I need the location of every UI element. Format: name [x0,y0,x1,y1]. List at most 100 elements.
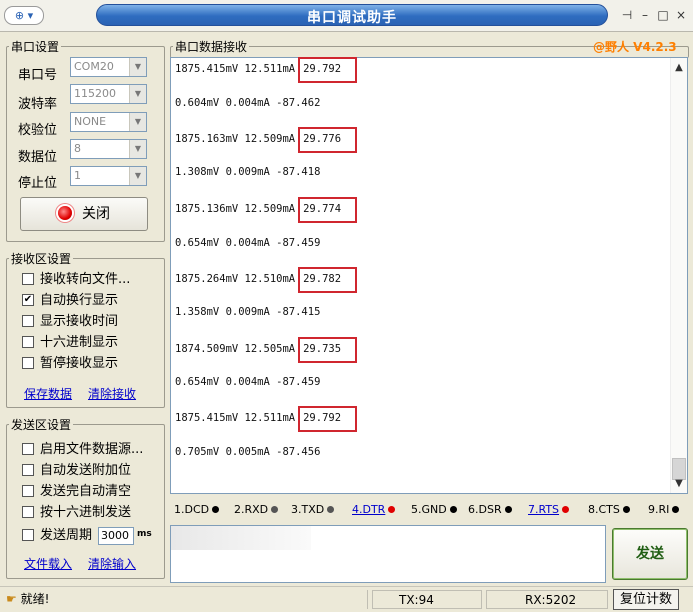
receive-line: 1.358mV 0.009mA -87.415 [175,306,320,318]
status-bar: ☛ 就绪! TX:94 RX:5202 复位计数 [0,586,693,612]
checkbox-box[interactable] [22,335,34,348]
line-prefix: 0.604mV 0.004mA -87.462 [175,97,321,109]
signal-indicator[interactable]: 4.DTR [352,499,396,521]
signal-label: 3.TXD [291,503,325,516]
rx-count: RX:5202 [486,590,608,609]
option-label: 显示接收时间 [40,314,119,329]
close-icon[interactable]: × [672,5,690,25]
highlight-box [298,127,357,153]
parity-label: 校验位 [18,123,58,138]
option-checkbox[interactable]: 自动发送附加位 [22,462,131,480]
checkbox-box[interactable] [22,272,34,285]
status-empty-cell [168,590,368,609]
line-prefix: 1.358mV 0.009mA -87.415 [175,306,321,318]
option-checkbox[interactable]: 显示接收时间 [22,313,118,331]
receive-line: 0.705mV 0.005mA -87.456 [175,446,320,458]
signal-label[interactable]: 7.RTS [528,503,559,516]
parity-select[interactable]: NONE ▼ [70,112,147,132]
option-checkbox[interactable]: 发送完自动清空 [22,483,131,501]
line-prefix: 1875.415mV 12.511mA [175,412,296,424]
line-prefix: 1875.136mV 12.509mA [175,203,296,215]
reset-count-button[interactable]: 复位计数 [613,589,679,610]
send-period-checkbox[interactable]: 发送周期 [22,527,92,545]
line-prefix: 0.654mV 0.004mA -87.459 [175,376,321,388]
chevron-down-icon[interactable]: ▼ [129,167,146,185]
signal-led-icon [271,505,279,513]
title-pill: 串口调试助手 [96,4,608,26]
minimize-icon[interactable]: – [636,5,654,25]
close-port-button[interactable]: 关闭 [20,197,148,231]
window-title: 串口调试助手 [307,10,397,26]
checkbox-box[interactable] [22,528,34,541]
option-checkbox[interactable]: 启用文件数据源... [22,441,143,459]
clear-input-link[interactable]: 清除输入 [88,555,136,572]
chevron-down-icon[interactable]: ▼ [129,85,146,103]
option-label: 按十六进制发送 [40,505,132,520]
signal-label: 2.RXD [234,503,269,516]
chevron-down-icon[interactable]: ▼ [129,140,146,158]
chevron-down-icon[interactable]: ▼ [129,58,146,76]
option-label: 自动换行显示 [40,293,119,308]
receive-line: 0.654mV 0.004mA -87.459 [175,376,320,388]
signal-led-icon [672,505,680,513]
option-checkbox[interactable]: 十六进制显示 [22,334,118,352]
checkbox-box[interactable] [22,484,34,497]
tx-count-text: TX:94 [399,593,434,607]
receive-textarea[interactable]: 1875.415mV 12.511mA 29.792 0.604mV 0.004mA… [170,57,688,494]
send-settings-title: 发送区设置 [9,416,74,433]
pin-icon[interactable]: ⊣ [618,5,636,25]
scroll-down-icon[interactable]: ▼ [671,476,687,492]
port-select[interactable]: COM20 ▼ [70,57,147,77]
chevron-down-icon[interactable]: ▼ [129,113,146,131]
signal-label[interactable]: 4.DTR [352,503,385,516]
stopbits-select[interactable]: 1 ▼ [70,166,147,186]
databits-select[interactable]: 8 ▼ [70,139,147,159]
checkbox-box[interactable] [22,356,34,369]
signal-led-icon [449,505,457,513]
send-textarea[interactable] [170,525,606,583]
clear-receive-link[interactable]: 清除接收 [88,385,136,402]
signal-indicator: 8.CTS [588,499,630,521]
app-menu-icon[interactable]: ⊕ ▾ [4,6,44,25]
maximize-icon[interactable]: □ [654,5,672,25]
checkbox-box[interactable]: ✔ [22,293,34,306]
status-state-cell: ☛ 就绪! [2,590,162,609]
baud-select[interactable]: 115200 ▼ [70,84,147,104]
send-button[interactable]: 发送 [612,528,688,580]
signal-indicator[interactable]: 7.RTS [528,499,570,521]
hand-pointer-icon: ☛ [6,592,17,606]
send-period-input[interactable]: 3000 [98,527,134,545]
signal-indicator: 3.TXD [291,499,335,521]
receive-scrollbar[interactable]: ▲ ▼ [670,58,687,493]
signal-status-line: 1.DCD 2.RXD 3.TXD 4.DTR 5.GND 6.DSR 7.RTS 8.CTS… [170,499,688,521]
checkbox-box[interactable] [22,442,34,455]
stopbits-value: 1 [74,169,81,182]
signal-led-icon [327,505,335,513]
option-checkbox[interactable]: 按十六进制发送 [22,504,131,522]
checkbox-box[interactable] [22,505,34,518]
option-checkbox[interactable]: 接收转向文件... [22,271,130,289]
option-label: 启用文件数据源... [40,442,144,457]
signal-indicator: 9.RI [648,499,680,521]
save-data-link[interactable]: 保存数据 [24,385,72,402]
receive-panel-title: 串口数据接收 [173,38,250,55]
checkbox-box[interactable] [22,314,34,327]
signal-label: 5.GND [411,503,447,516]
baud-value: 115200 [74,87,116,100]
signal-led-icon [212,505,220,513]
checkbox-box[interactable] [22,463,34,476]
option-checkbox[interactable]: 暂停接收显示 [22,355,118,373]
option-label: 发送完自动清空 [40,484,132,499]
receive-line: 1.308mV 0.009mA -87.418 [175,166,320,178]
file-load-link[interactable]: 文件载入 [24,555,72,572]
line-prefix: 1875.163mV 12.509mA [175,133,296,145]
scroll-up-icon[interactable]: ▲ [671,60,687,76]
highlight-box [298,337,357,363]
status-state: 就绪! [20,592,50,606]
option-label: 自动发送附加位 [40,463,132,478]
signal-indicator: 6.DSR [468,499,512,521]
signal-indicator: 1.DCD [174,499,220,521]
option-checkbox[interactable]: ✔ 自动换行显示 [22,292,118,310]
stopbits-label: 停止位 [18,176,58,191]
tx-count: TX:94 [372,590,482,609]
